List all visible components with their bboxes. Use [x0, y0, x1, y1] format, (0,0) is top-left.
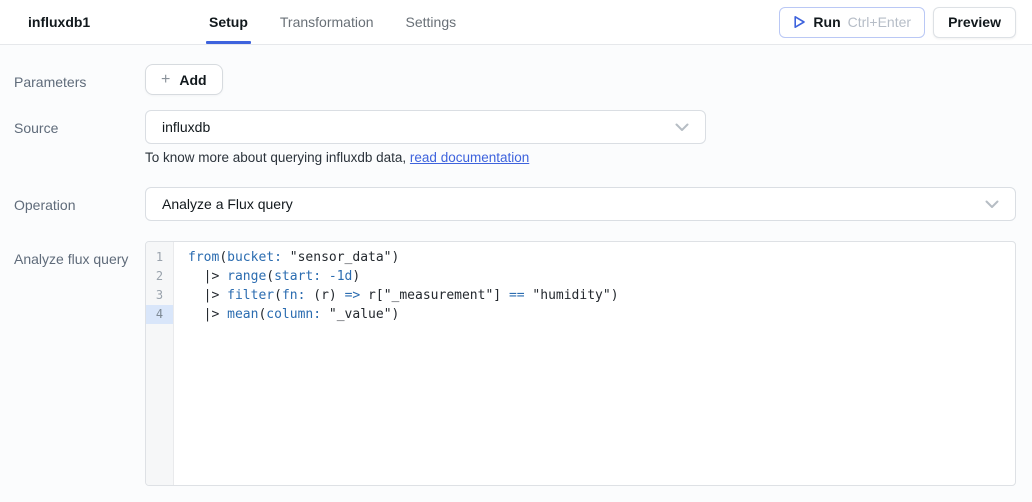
- read-documentation-link[interactable]: read documentation: [410, 150, 529, 165]
- chevron-down-icon: [985, 200, 999, 209]
- add-parameter-button[interactable]: + Add: [145, 64, 223, 95]
- source-select[interactable]: influxdb: [145, 110, 706, 144]
- line-number-3: 3: [155, 288, 164, 302]
- code-line-3[interactable]: |> filter(fn: (r) => r["_measurement"] =…: [188, 286, 1015, 305]
- parameters-label: Parameters: [14, 74, 87, 90]
- code-line-1[interactable]: from(bucket: "sensor_data"): [188, 248, 1015, 267]
- setup-form: Parameters + Add Source influxdb To know…: [0, 45, 1032, 486]
- operation-select[interactable]: Analyze a Flux query: [145, 187, 1016, 221]
- play-icon: [793, 15, 806, 29]
- tab-settings[interactable]: Settings: [395, 0, 468, 44]
- flux-query-row: Analyze flux query 1 2 3 4 from(bucket: "se…: [14, 241, 1016, 486]
- operation-row: Operation Analyze a Flux query: [14, 187, 1016, 221]
- code-line-4[interactable]: |> mean(column: "_value"): [188, 305, 1015, 324]
- parameters-row: Parameters + Add: [14, 64, 1016, 95]
- source-label: Source: [14, 120, 59, 136]
- code-line-2[interactable]: |> range(start: -1d): [188, 267, 1015, 286]
- run-shortcut-hint: Ctrl+Enter: [847, 14, 912, 30]
- line-number-2: 2: [155, 269, 164, 283]
- flux-query-code-editor[interactable]: 1 2 3 4 from(bucket: "sensor_data") |> rang…: [145, 241, 1016, 486]
- add-button-label: Add: [179, 71, 207, 88]
- source-help-text: To know more about querying influxdb dat…: [145, 150, 1016, 165]
- query-editor-panel: influxdb1 Setup Transformation Settings Ru…: [0, 0, 1032, 486]
- run-label: Run: [813, 14, 841, 30]
- chevron-down-icon: [675, 123, 689, 132]
- editor-code-area[interactable]: from(bucket: "sensor_data") |> range(sta…: [174, 242, 1015, 485]
- query-title: influxdb1: [28, 14, 91, 30]
- header-actions: Run Ctrl+Enter Preview: [779, 0, 1016, 44]
- plus-icon: +: [161, 70, 171, 88]
- preview-button[interactable]: Preview: [933, 6, 1016, 38]
- tab-transformation[interactable]: Transformation: [269, 0, 385, 44]
- header-tabs: Setup Transformation Settings: [198, 0, 467, 44]
- query-header: influxdb1 Setup Transformation Settings Ru…: [0, 0, 1032, 45]
- flux-query-label: Analyze flux query: [14, 251, 129, 267]
- source-row: Source influxdb To know more about query…: [14, 110, 1016, 165]
- source-select-value: influxdb: [162, 119, 211, 135]
- operation-label: Operation: [14, 197, 76, 213]
- line-number-1: 1: [155, 250, 164, 264]
- editor-gutter: 1 2 3 4: [146, 242, 174, 485]
- operation-select-value: Analyze a Flux query: [162, 196, 293, 212]
- run-button[interactable]: Run Ctrl+Enter: [779, 6, 926, 38]
- source-help-message: To know more about querying influxdb dat…: [145, 150, 410, 165]
- tab-setup[interactable]: Setup: [198, 0, 259, 44]
- line-number-4: 4: [146, 305, 173, 324]
